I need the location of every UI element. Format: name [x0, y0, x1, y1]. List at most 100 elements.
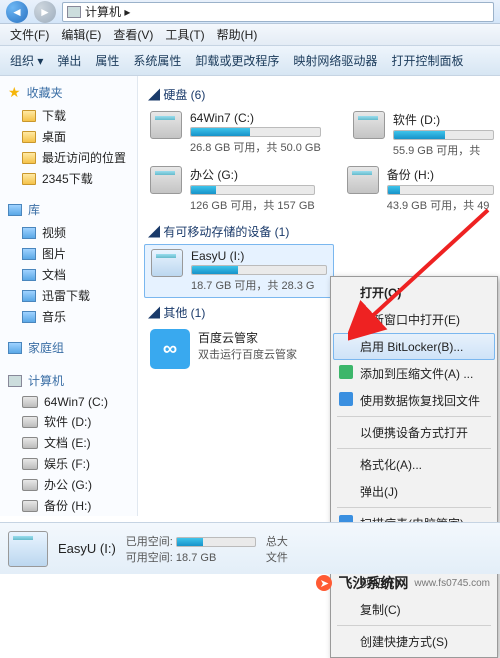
star-icon: ★: [8, 84, 21, 101]
capacity-bar: [191, 265, 327, 275]
ctx-format[interactable]: 格式化(A)...: [333, 451, 495, 478]
lib-thunder[interactable]: 迅雷下载: [4, 285, 133, 306]
fav-2345[interactable]: 2345下载: [4, 168, 133, 189]
usb-drive-icon: [151, 249, 183, 277]
lib-video[interactable]: 视频: [4, 222, 133, 243]
ctx-eject[interactable]: 弹出(J): [333, 478, 495, 505]
drive-icon: [347, 166, 379, 194]
cmd-uninstall[interactable]: 卸载或更改程序: [195, 52, 279, 69]
ctx-open[interactable]: 打开(O): [333, 279, 495, 306]
separator: [337, 448, 491, 449]
recovery-icon: [339, 392, 353, 406]
capacity-text: 26.8 GB 可用，共 50.0 GB: [190, 139, 321, 155]
fav-header[interactable]: ★收藏夹: [4, 82, 133, 105]
drive-h[interactable]: 备份 (H:) 43.9 GB 可用，共 49: [341, 162, 500, 217]
watermark-logo-icon: ➤: [316, 575, 332, 591]
drive-g[interactable]: 办公 (G:) 126 GB 可用，共 157 GB: [144, 162, 321, 217]
tree-drive-c[interactable]: 64Win7 (C:): [4, 393, 133, 411]
titlebar: ◄ ► 计算机 ▸: [0, 0, 500, 24]
tree-drive-g[interactable]: 办公 (G:): [4, 474, 133, 495]
homegroup-header[interactable]: 家庭组: [4, 337, 133, 360]
computer-icon: [8, 375, 22, 387]
ctx-open-portable[interactable]: 以便携设备方式打开: [333, 419, 495, 446]
fav-recent[interactable]: 最近访问的位置: [4, 147, 133, 168]
nav-forward-button[interactable]: ►: [34, 1, 56, 23]
usb-drive-icon: [8, 531, 48, 567]
ctx-enable-bitlocker[interactable]: 启用 BitLocker(B)...: [333, 333, 495, 360]
drive-name: 备份 (H:): [387, 166, 494, 183]
details-pane: EasyU (I:) 已用空间: 可用空间: 18.7 GB 总大 文件: [0, 522, 500, 574]
documents-icon: [22, 269, 36, 281]
menu-edit[interactable]: 编辑(E): [57, 24, 105, 45]
free-space-value: 18.7 GB: [176, 552, 216, 564]
baidu-cloud-item[interactable]: ∞ 百度云管家 双击运行百度云管家: [144, 325, 334, 373]
capacity-bar: [190, 185, 315, 195]
capacity-text: 43.9 GB 可用，共 49: [387, 197, 494, 213]
lib-music[interactable]: 音乐: [4, 306, 133, 327]
drive-c[interactable]: 64Win7 (C:) 26.8 GB 可用，共 50.0 GB: [144, 107, 327, 162]
drive-name: EasyU (I:): [191, 249, 327, 263]
fav-downloads[interactable]: 下载: [4, 105, 133, 126]
drive-icon: [22, 437, 38, 449]
ctx-open-new-window[interactable]: 在新窗口中打开(E): [333, 306, 495, 333]
library-icon: [8, 204, 22, 216]
lib-header[interactable]: 库: [4, 199, 133, 222]
separator: [337, 625, 491, 626]
cmd-eject[interactable]: 弹出: [57, 52, 81, 69]
separator: [337, 507, 491, 508]
section-removable[interactable]: ◢ 有可移动存储的设备 (1): [144, 217, 500, 244]
drive-icon: [22, 479, 38, 491]
menu-view[interactable]: 查看(V): [109, 24, 157, 45]
cmd-organize[interactable]: 组织 ▾: [10, 52, 43, 69]
cmd-sysprops[interactable]: 系统属性: [133, 52, 181, 69]
lib-pictures[interactable]: 图片: [4, 243, 133, 264]
tree-drive-d[interactable]: 软件 (D:): [4, 411, 133, 432]
tree-drive-f[interactable]: 娱乐 (F:): [4, 453, 133, 474]
watermark-url: www.fs0745.com: [414, 578, 490, 589]
capacity-text: 18.7 GB 可用，共 28.3 G: [191, 277, 327, 293]
cmd-netdrive[interactable]: 映射网络驱动器: [293, 52, 377, 69]
nav-back-button[interactable]: ◄: [6, 1, 28, 23]
pictures-icon: [22, 248, 36, 260]
app-desc: 双击运行百度云管家: [198, 346, 328, 362]
fav-desktop[interactable]: 桌面: [4, 126, 133, 147]
computer-node[interactable]: 计算机: [4, 370, 133, 393]
cmd-properties[interactable]: 属性: [95, 52, 119, 69]
video-icon: [22, 227, 36, 239]
tree-drive-e[interactable]: 文档 (E:): [4, 432, 133, 453]
menu-file[interactable]: 文件(F): [6, 24, 53, 45]
drive-icon: [22, 416, 38, 428]
capacity-bar: [393, 130, 494, 140]
tree-drive-h[interactable]: 备份 (H:): [4, 495, 133, 516]
status-drive-name: EasyU (I:): [58, 541, 116, 556]
app-name: 百度云管家: [198, 329, 328, 346]
drive-i[interactable]: EasyU (I:) 18.7 GB 可用，共 28.3 G: [144, 244, 334, 298]
folder-icon: [22, 173, 36, 185]
separator: [337, 416, 491, 417]
capacity-bar: [190, 127, 321, 137]
homegroup-icon: [8, 342, 22, 354]
context-menu: 打开(O) 在新窗口中打开(E) 启用 BitLocker(B)... 添加到压…: [330, 276, 498, 658]
watermark-text: 飞沙系统网: [338, 573, 408, 593]
folder-icon: [22, 152, 36, 164]
ctx-add-to-archive[interactable]: 添加到压缩文件(A) ...: [333, 360, 495, 387]
drive-icon: [22, 458, 38, 470]
ctx-create-shortcut[interactable]: 创建快捷方式(S): [333, 628, 495, 655]
ctx-copy[interactable]: 复制(C): [333, 596, 495, 623]
capacity-text: 126 GB 可用，共 157 GB: [190, 197, 315, 213]
drive-name: 64Win7 (C:): [190, 111, 321, 125]
menu-help[interactable]: 帮助(H): [213, 24, 262, 45]
ctx-data-recovery[interactable]: 使用数据恢复找回文件: [333, 387, 495, 414]
drive-d[interactable]: 软件 (D:) 55.9 GB 可用，共: [347, 107, 500, 162]
lib-documents[interactable]: 文档: [4, 264, 133, 285]
drive-icon: [150, 111, 182, 139]
cmd-cpanel[interactable]: 打开控制面板: [391, 52, 463, 69]
address-bar[interactable]: 计算机 ▸: [62, 2, 494, 22]
navigation-pane: ★收藏夹 下载 桌面 最近访问的位置 2345下载 库 视频 图片 文档 迅雷下…: [0, 76, 138, 516]
thunder-icon: [22, 290, 36, 302]
drive-icon: [353, 111, 385, 139]
folder-icon: [22, 131, 36, 143]
section-hdd[interactable]: ◢ 硬盘 (6): [144, 80, 500, 107]
free-space-label: 可用空间:: [126, 552, 173, 564]
menu-tools[interactable]: 工具(T): [161, 24, 208, 45]
